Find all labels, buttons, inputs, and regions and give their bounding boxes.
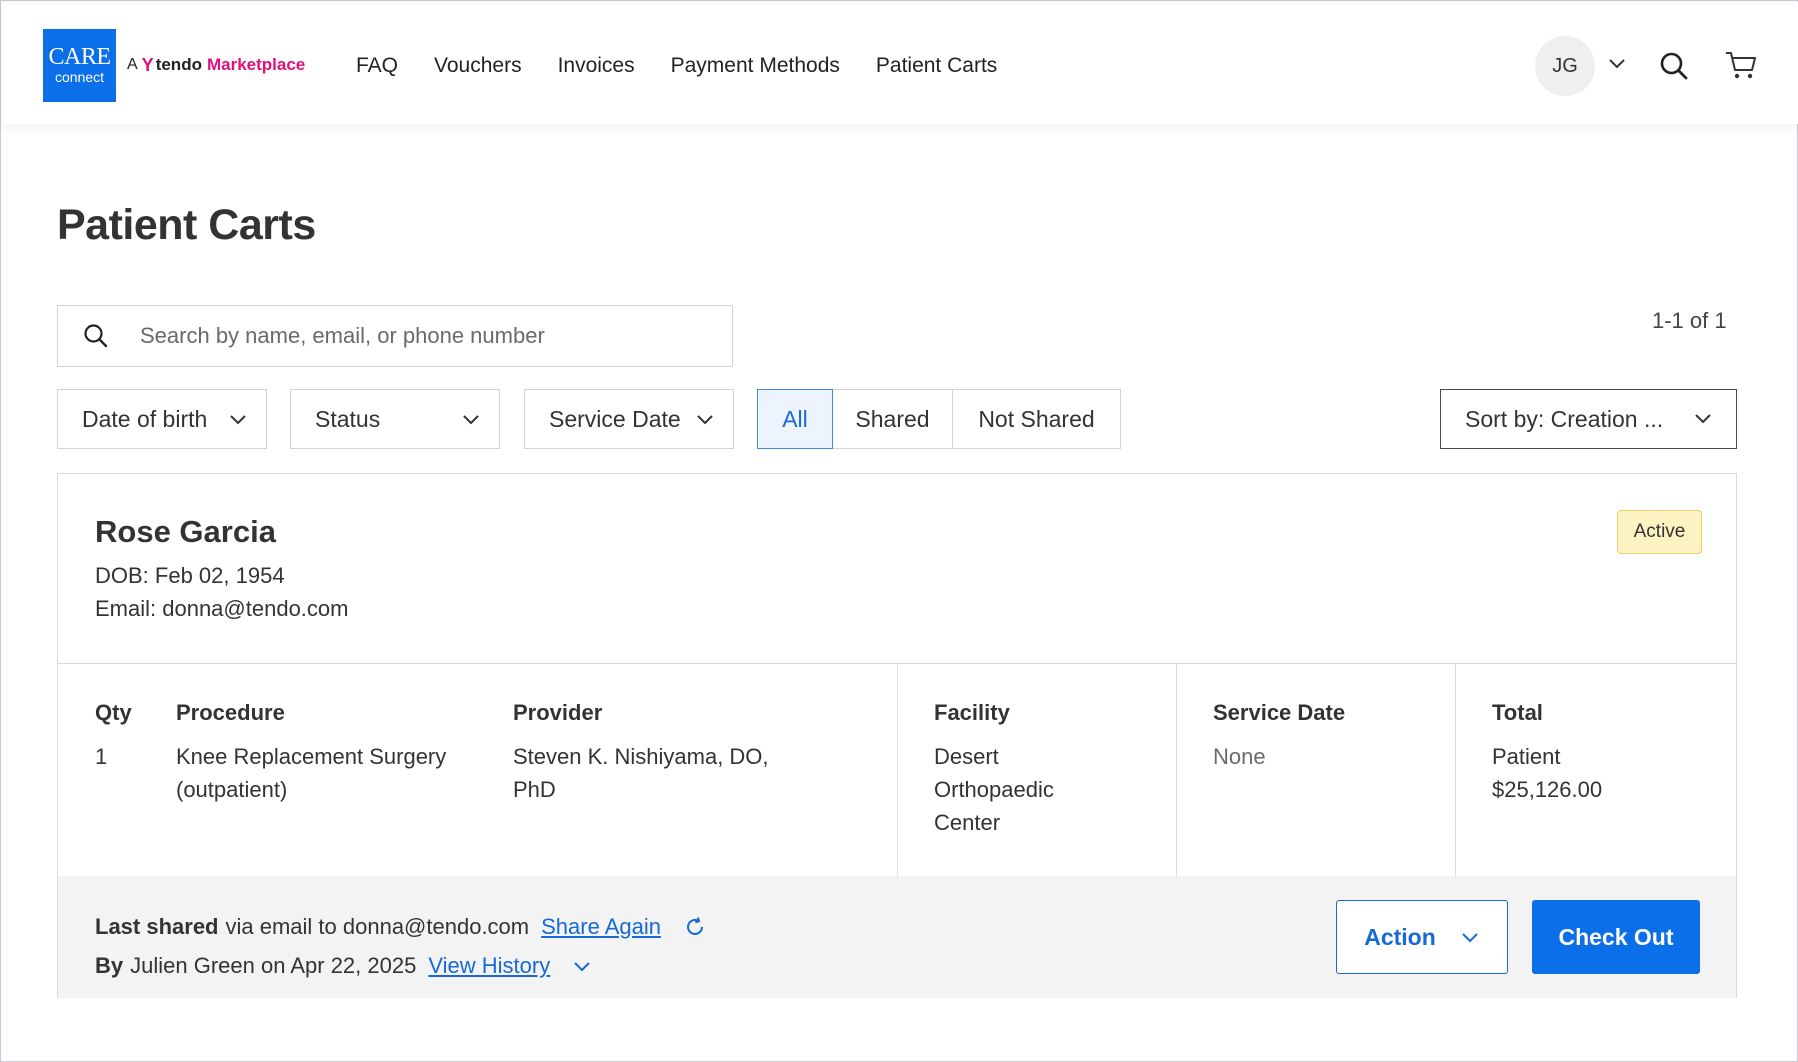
nav-vouchers[interactable]: Vouchers [434,54,522,78]
procedure-line1: Knee Replacement Surgery [176,744,447,769]
nav-payment-methods[interactable]: Payment Methods [671,54,840,78]
total-header: Total [1492,700,1543,725]
total-value: Patient $25,126.00 [1492,740,1602,806]
by-label: By [95,953,124,978]
facility-line1: Desert [934,744,999,769]
by-line: By Julien Green on Apr 22, 2025 View His… [95,953,592,979]
column-divider [1176,664,1177,876]
last-shared-label: Last shared [95,914,219,939]
chevron-down-icon [463,415,479,425]
status-badge: Active [1617,510,1702,554]
column-divider [1455,664,1456,876]
patient-email: Email: donna@tendo.com [95,596,349,621]
share-filter-segment: All Shared Not Shared [757,389,1121,449]
action-button[interactable]: Action [1336,900,1508,974]
tendo-marketplace-logo: A Y tendo Marketplace [127,54,305,76]
facility-line2: Orthopaedic [934,777,1054,802]
refresh-icon[interactable] [683,915,707,939]
results-count: 1-1 of 1 [1652,308,1727,333]
last-shared-via: via email to donna@tendo.com [225,914,530,939]
last-shared-line: Last shared via email to donna@tendo.com… [95,914,707,940]
top-header: CARE connect A Y tendo Marketplace FAQ V… [2,2,1798,124]
sort-label: Sort by: Creation ... [1465,405,1664,432]
nav-patient-carts[interactable]: Patient Carts [876,54,997,78]
patient-dob: DOB: Feb 02, 1954 [95,563,285,588]
provider-value: Steven K. Nishiyama, DO, PhD [513,740,769,806]
logo-by: A [127,56,138,73]
facility-line3: Center [934,810,1001,835]
procedure-line2: (outpatient) [176,777,288,802]
provider-line1: Steven K. Nishiyama, DO, [513,744,769,769]
total-label: Patient [1492,744,1561,769]
column-divider [897,664,898,876]
dob-filter-label: Date of birth [82,405,208,432]
chevron-down-icon[interactable] [1606,53,1628,75]
chevron-down-icon[interactable] [572,956,592,976]
dob-filter[interactable]: Date of birth [57,389,267,449]
provider-header: Provider [513,700,603,725]
checkout-button[interactable]: Check Out [1532,900,1700,974]
sort-dropdown[interactable]: Sort by: Creation ... [1440,389,1737,449]
patient-name: Rose Garcia [95,514,276,549]
segment-not-shared[interactable]: Not Shared [952,389,1121,449]
tendo-mark-icon: Y [141,54,154,75]
care-connect-logo[interactable]: CARE connect [43,29,116,102]
facility-value: Desert Orthopaedic Center [934,740,1054,839]
qty-header: Qty [95,700,132,725]
search-icon [84,324,108,348]
by-text: Julien Green on Apr 22, 2025 [130,953,417,978]
view-history-link[interactable]: View History [428,953,550,979]
status-filter-label: Status [315,405,381,432]
chevron-down-icon [1695,414,1711,424]
chevron-down-icon [697,415,713,425]
segment-all[interactable]: All [757,389,833,449]
cart-icon[interactable] [1724,49,1758,81]
patient-cart-card: Rose Garcia DOB: Feb 02, 1954 Email: don… [57,473,1737,998]
user-avatar[interactable]: JG [1535,36,1595,96]
logo-line1: CARE [48,44,111,70]
procedure-header: Procedure [176,700,285,725]
app-frame: CARE connect A Y tendo Marketplace FAQ V… [0,0,1798,1062]
qty-value: 1 [95,744,108,769]
action-label: Action [1364,923,1436,950]
search-icon[interactable] [1659,51,1689,81]
segment-shared[interactable]: Shared [832,389,953,449]
chevron-down-icon [230,415,246,425]
page-title: Patient Carts [57,201,316,249]
service-date-header: Service Date [1213,700,1346,725]
main-nav: FAQ Vouchers Invoices Payment Methods Pa… [356,54,1033,78]
chevron-down-icon [1462,933,1478,943]
logo-line2: connect [54,69,105,85]
status-filter[interactable]: Status [290,389,500,449]
logo-marketplace: Marketplace [206,55,306,74]
nav-invoices[interactable]: Invoices [558,54,635,78]
facility-header: Facility [934,700,1010,725]
search-input[interactable] [140,323,700,349]
share-again-link[interactable]: Share Again [541,914,661,940]
procedure-value: Knee Replacement Surgery (outpatient) [176,740,446,806]
service-date-filter[interactable]: Service Date [524,389,734,449]
provider-line2: PhD [513,777,556,802]
nav-faq[interactable]: FAQ [356,54,398,78]
service-date-filter-label: Service Date [549,405,681,432]
total-amount: $25,126.00 [1492,777,1603,802]
service-date-value: None [1213,744,1266,769]
logo-tendo: tendo [155,55,202,74]
card-footer: Last shared via email to donna@tendo.com… [58,876,1736,998]
search-field[interactable] [57,305,733,367]
